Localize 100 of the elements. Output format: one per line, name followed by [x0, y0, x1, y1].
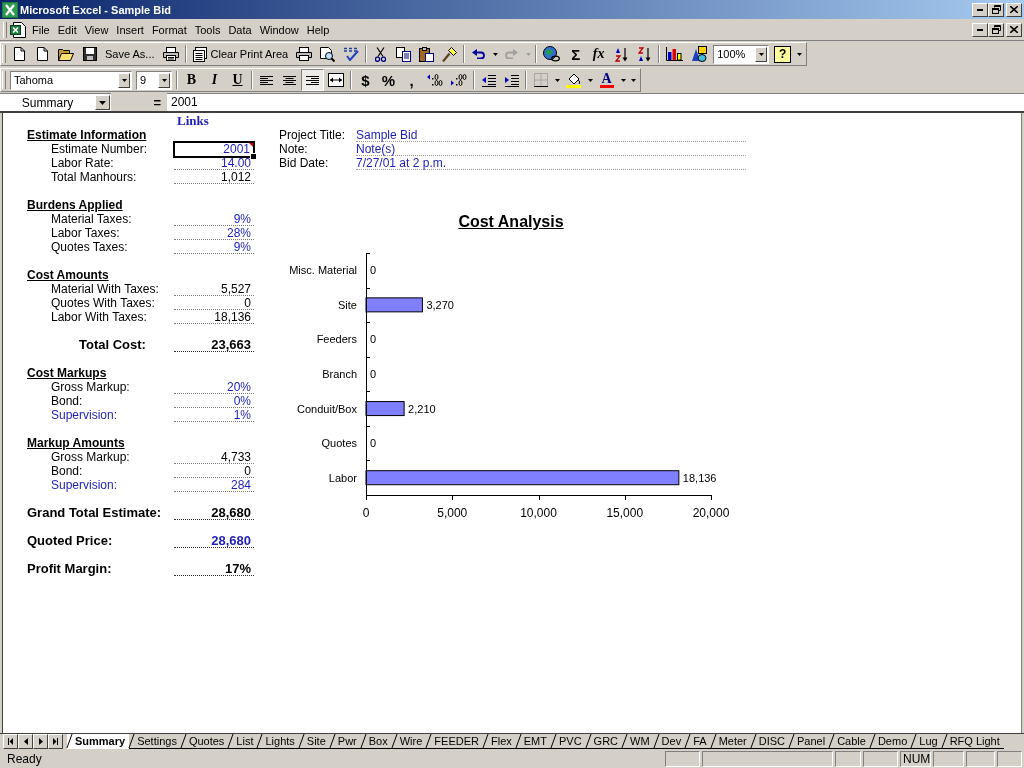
menu-item[interactable]: View — [80, 20, 113, 39]
value-cell[interactable]: 4,733 — [174, 450, 254, 464]
fill-handle[interactable] — [250, 152, 257, 160]
total-value-cell[interactable]: 28,680 — [174, 534, 254, 548]
font-name-combo[interactable]: Tahoma — [10, 70, 132, 90]
sheet-tab[interactable]: Demo — [869, 734, 912, 749]
status-panel — [665, 750, 700, 767]
field-label: Labor Taxes: — [50, 226, 121, 240]
sheet-tab[interactable]: Cable — [829, 734, 870, 749]
sheet-tab[interactable]: FEEDER — [426, 734, 483, 749]
name-box[interactable]: Summary — [0, 93, 111, 111]
sheet-tab[interactable]: Quotes — [180, 734, 229, 749]
sheet-tab[interactable]: Pwr — [329, 734, 361, 749]
number-format-button[interactable]: % — [377, 69, 400, 91]
font-style-button[interactable]: U — [226, 69, 249, 91]
window-title: Microsoft Excel - Sample Bid — [20, 3, 171, 16]
field-label: Bond: — [50, 394, 84, 408]
sheet-tab[interactable]: DISC — [750, 734, 790, 749]
font-style-button[interactable]: I — [203, 69, 226, 91]
save-as-button[interactable]: Save As... — [101, 43, 159, 65]
value-cell[interactable]: 0 — [174, 296, 254, 310]
value-cell[interactable]: 5,527 — [174, 282, 254, 296]
clipboard-icon — [419, 46, 435, 62]
menu-item[interactable]: Window — [255, 20, 303, 39]
value-cell[interactable]: 28% — [174, 226, 254, 240]
total-value-cell[interactable]: 23,663 — [174, 338, 254, 352]
value-cell[interactable]: 0 — [174, 464, 254, 478]
sheet-tab[interactable]: List — [228, 734, 258, 749]
clear-print-area-button[interactable]: Clear Print Area — [188, 43, 293, 65]
menu-item[interactable]: Tools — [190, 20, 225, 39]
last-sheet-button[interactable] — [48, 734, 63, 749]
value-cell[interactable]: Sample Bid — [356, 128, 746, 142]
sheet-tab[interactable]: Summary — [67, 734, 130, 749]
value-cell[interactable]: 2001 — [173, 140, 255, 158]
total-value-cell[interactable]: 17% — [174, 562, 254, 576]
value-cell[interactable]: 14.00 — [174, 156, 254, 170]
menu-item[interactable]: Insert — [112, 20, 148, 39]
value-cell[interactable]: 20% — [174, 380, 254, 394]
value-cell[interactable]: 1% — [174, 408, 254, 422]
sheet-tab[interactable]: Site — [298, 734, 330, 749]
menu-item[interactable]: Help — [302, 20, 334, 39]
font-size-combo[interactable]: 9 — [136, 70, 172, 90]
previous-sheet-button[interactable] — [18, 734, 33, 749]
help-button[interactable]: ? — [774, 45, 792, 63]
sheet-tab[interactable]: Meter — [710, 734, 751, 749]
dropdown-button[interactable] — [95, 95, 110, 110]
sheet-tab[interactable]: WM — [622, 734, 654, 749]
sheet-tab[interactable]: FA — [685, 734, 711, 749]
value-cell[interactable]: 9% — [174, 212, 254, 226]
close-button[interactable] — [1006, 2, 1022, 17]
value-cell[interactable]: 18,136 — [174, 310, 254, 324]
total-value-cell[interactable]: 28,680 — [174, 506, 254, 520]
sheet-tab[interactable]: RFQ Light — [941, 734, 1004, 749]
redo-arrow-icon — [505, 49, 519, 59]
edit-formula-button[interactable]: = — [111, 93, 167, 111]
value-cell[interactable]: 0% — [174, 394, 254, 408]
dropdown-button[interactable] — [118, 72, 130, 88]
sheet-tab[interactable]: Lights — [257, 734, 299, 749]
restore-button[interactable] — [988, 22, 1004, 37]
sort-descending-icon — [638, 46, 652, 62]
minimize-icon — [977, 8, 983, 11]
dropdown-button[interactable] — [755, 46, 768, 62]
sheet-tab[interactable]: Dev — [653, 734, 686, 749]
restore-button[interactable] — [988, 2, 1004, 17]
value-cell[interactable]: Note(s) — [356, 142, 746, 156]
menu-item[interactable]: Edit — [53, 20, 81, 39]
sheet-tab[interactable]: Lug — [911, 734, 942, 749]
sheet-tab[interactable]: PVC — [551, 734, 586, 749]
sheet-tab[interactable]: Wire — [391, 734, 427, 749]
formula-field[interactable]: 2001 — [167, 93, 1024, 111]
sheet-tab[interactable]: Flex — [482, 734, 516, 749]
align-button[interactable] — [301, 69, 324, 91]
sheet-tab[interactable]: Settings — [129, 734, 181, 749]
font-style-button[interactable]: B — [180, 69, 203, 91]
minimize-button[interactable] — [972, 2, 988, 17]
menu-item[interactable]: Format — [147, 20, 191, 39]
minimize-button[interactable] — [972, 22, 988, 37]
value-cell[interactable]: 7/27/01 at 2 p.m. — [356, 156, 746, 170]
close-button[interactable] — [1006, 22, 1022, 37]
zoom-combo[interactable]: 100% — [713, 44, 770, 64]
menu-item[interactable]: File — [28, 20, 54, 39]
number-format-button[interactable]: $ — [354, 69, 377, 91]
caret-icon — [525, 52, 531, 56]
value-cell[interactable]: 9% — [174, 240, 254, 254]
field-label: Material Taxes: — [50, 212, 133, 226]
insert-function-button[interactable]: fx — [587, 43, 611, 65]
menu-item[interactable]: Data — [224, 20, 256, 39]
first-sheet-button[interactable] — [3, 734, 18, 749]
caret-icon — [121, 78, 127, 82]
sheet-tab[interactable]: EMT — [515, 734, 551, 749]
next-sheet-button[interactable] — [33, 734, 48, 749]
autosum-button[interactable]: Σ — [564, 43, 588, 65]
number-format-button[interactable]: , — [400, 69, 423, 91]
sheet-tab[interactable]: GRC — [585, 734, 623, 749]
sheet-tab[interactable]: Panel — [789, 734, 830, 749]
font-color-button[interactable]: A — [595, 69, 618, 91]
value-cell[interactable]: 284 — [174, 478, 254, 492]
sheet-tab[interactable]: Box — [360, 734, 392, 749]
value-cell[interactable]: 1,012 — [174, 170, 254, 184]
dropdown-button[interactable] — [158, 72, 170, 88]
